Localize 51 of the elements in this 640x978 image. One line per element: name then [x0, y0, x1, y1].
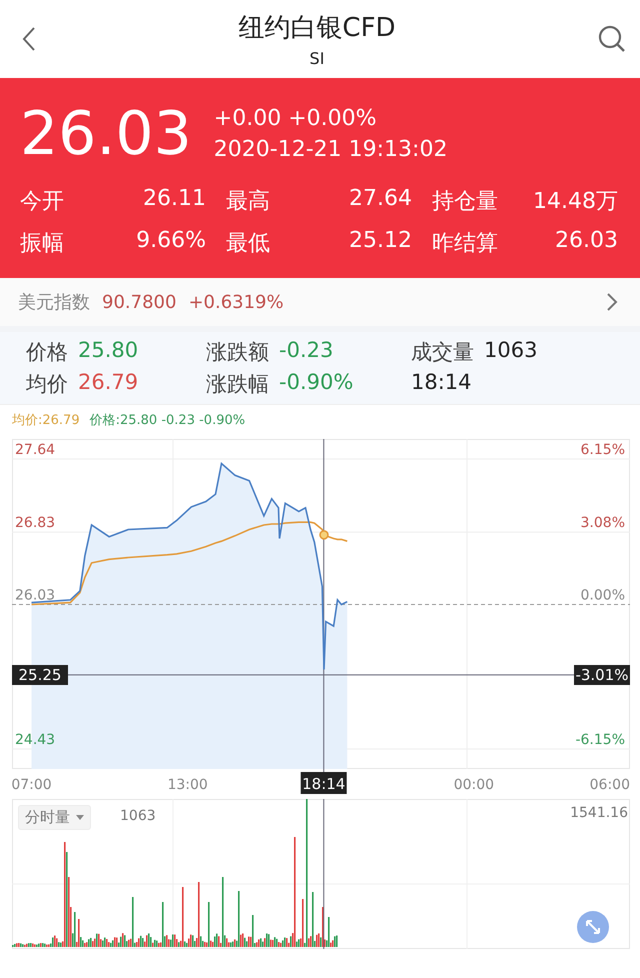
crosshair-price-label: 25.25	[12, 665, 68, 685]
page-title: 纽约白银CFD	[238, 12, 396, 45]
stat-label: 最高	[226, 188, 270, 216]
detail-value: -0.23	[279, 338, 334, 364]
axis-tick: 3.08%	[580, 515, 625, 532]
stat-label: 最低	[226, 230, 270, 258]
stat-value: 9.66%	[136, 228, 206, 255]
time-label: 00:00	[454, 777, 494, 793]
quote-time: 2020-12-21 19:13:02	[214, 137, 448, 162]
time-label: 13:00	[167, 777, 208, 793]
change-percent: +0.00%	[288, 106, 377, 131]
index-name: 美元指数	[18, 291, 90, 314]
detail-label: 涨跌幅	[206, 371, 269, 398]
detail-value: -0.90%	[279, 370, 354, 396]
crosshair-time-label: 18:14	[300, 772, 347, 794]
axis-tick: 6.15%	[580, 442, 625, 458]
axis-tick: 0.00%	[580, 587, 625, 604]
stat-value: 26.11	[143, 186, 206, 213]
legend-text: 均价:26.79	[12, 412, 80, 429]
detail-value: 1063	[484, 338, 538, 364]
stat-value: 14.48万	[533, 188, 618, 216]
detail-value: 26.79	[78, 370, 138, 396]
time-label: 07:00	[12, 777, 52, 793]
stat-label: 振幅	[20, 230, 64, 258]
time-label: 06:00	[590, 777, 630, 793]
detail-value: 18:14	[411, 370, 472, 396]
stat-value: 26.03	[555, 228, 618, 255]
stat-value: 25.12	[349, 228, 412, 255]
axis-tick: 26.83	[15, 515, 56, 532]
axis-tick: 24.43	[15, 732, 56, 748]
detail-value: 25.80	[78, 338, 138, 364]
change-value: +0.00	[214, 106, 282, 131]
detail-label: 均价	[26, 371, 68, 398]
axis-tick: 27.64	[15, 442, 56, 458]
stat-label: 持仓量	[432, 188, 498, 216]
index-change: +0.6319%	[188, 292, 284, 312]
detail-label: 价格	[26, 339, 68, 366]
volume-value: 1063	[120, 808, 156, 824]
axis-tick: 26.03	[15, 587, 56, 604]
index-value: 90.7800	[102, 292, 176, 312]
stat-label: 昨结算	[432, 230, 498, 258]
crosshair-percent-label: -3.01%	[574, 665, 630, 685]
page-subtitle: SI	[310, 49, 324, 68]
stat-label: 今开	[20, 188, 64, 216]
stat-value: 27.64	[349, 186, 412, 213]
legend-text: 价格:25.80 -0.23 -0.90%	[90, 412, 246, 429]
detail-label: 成交量	[411, 339, 474, 366]
volume-max: 1541.16	[570, 805, 628, 821]
axis-tick: -6.15%	[575, 732, 625, 748]
detail-label: 涨跌额	[206, 339, 269, 366]
last-price: 26.03	[20, 99, 192, 169]
